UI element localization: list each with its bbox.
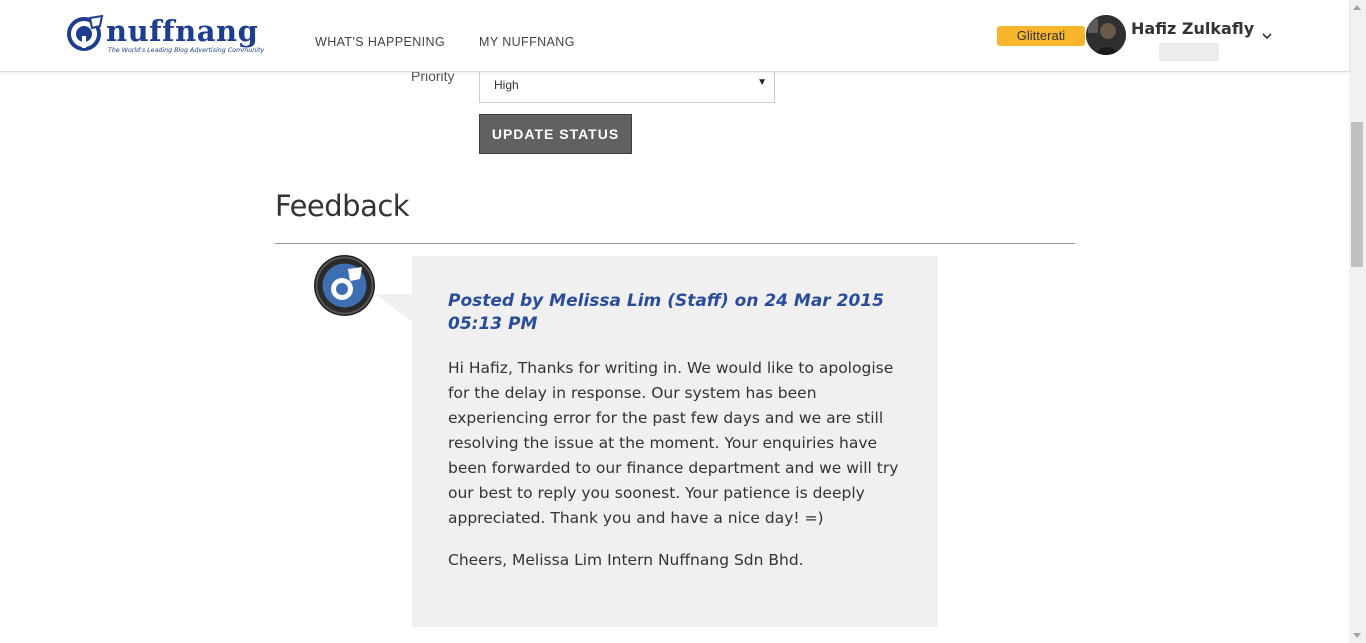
comment-body: Hi Hafiz, Thanks for writing in. We woul… [448,359,899,527]
nuffnang-logo[interactable]: nuffnang The World's Leading Blog Advert… [66,14,270,56]
staff-avatar [314,255,375,316]
user-tier-badge: Glitterati [997,26,1085,46]
nav-my-nuffnang[interactable]: MY NUFFNANG [479,35,575,49]
comment-signoff: Cheers, Melissa Lim Intern Nuffnang Sdn … [448,551,804,569]
comment-bubble-tail [376,294,412,322]
logo-wordmark: nuffnang [106,14,259,48]
scroll-up-icon[interactable] [1353,5,1361,10]
user-avatar[interactable] [1086,15,1126,55]
scroll-down-icon[interactable] [1353,633,1361,638]
feedback-heading: Feedback [275,189,410,223]
nuffnang-avatar-icon [315,256,374,315]
dropdown-arrow-icon: ▼ [757,77,767,88]
chevron-down-icon[interactable] [1259,28,1275,44]
scrollbar-thumb[interactable] [1351,122,1363,267]
comment-author-line: Posted by Melissa Lim (Staff) on 24 Mar … [448,291,884,334]
page-scrollbar[interactable] [1349,0,1366,643]
staff-comment: Posted by Melissa Lim (Staff) on 24 Mar … [412,256,938,627]
update-status-button[interactable]: UPDATE STATUS [479,114,632,154]
nuffnang-logo-icon [67,14,104,51]
user-photo-icon [1086,15,1126,55]
user-name[interactable]: Hafiz Zulkafly [1131,19,1254,38]
feedback-divider [275,243,1075,244]
priority-select-value: High [494,78,519,92]
nav-whats-happening[interactable]: WHAT'S HAPPENING [315,35,445,49]
top-header: nuffnang The World's Leading Blog Advert… [0,0,1349,72]
user-subtitle-placeholder [1159,43,1219,61]
logo-tagline: The World's Leading Blog Advertising Com… [108,47,265,54]
